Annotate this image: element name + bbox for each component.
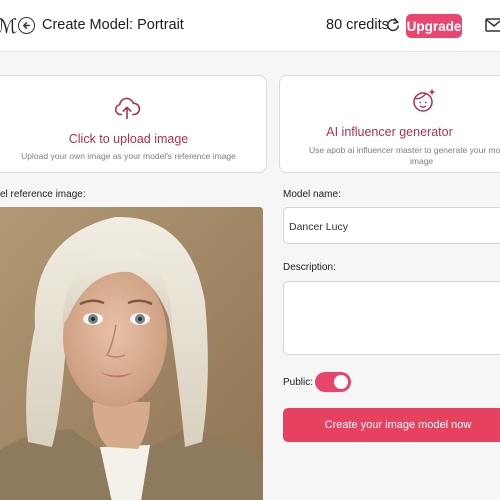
ai-card-subtitle-line1: Use apob ai influencer master to generat… (309, 145, 500, 155)
upload-image-card[interactable]: Click to upload image Upload your own im… (0, 75, 267, 173)
public-label: Public: (283, 377, 314, 388)
arrow-left-icon (23, 22, 30, 29)
toggle-knob (334, 375, 348, 389)
refresh-icon[interactable] (385, 17, 401, 33)
description-input[interactable] (283, 281, 500, 355)
reference-image-label: el reference image: (0, 189, 86, 200)
credits-counter: 80 credits (326, 17, 389, 33)
upload-card-subtitle: Upload your own image as your model's re… (21, 151, 236, 161)
page-title: Create Model: Portrait (42, 17, 184, 33)
reference-portrait-image (0, 207, 263, 500)
public-toggle[interactable] (315, 372, 351, 392)
upload-card-title: Click to upload image (68, 132, 189, 146)
cloud-upload-icon (114, 97, 141, 120)
description-label: Description: (283, 262, 336, 273)
ai-card-title: AI influencer generator (326, 125, 453, 139)
mail-icon[interactable] (485, 18, 500, 32)
model-name-input[interactable]: Dancer Lucy (283, 207, 500, 244)
top-bar: ℳ Create Model: Portrait 80 credits Upgr… (0, 0, 500, 52)
model-name-label: Model name: (283, 189, 341, 200)
upgrade-button[interactable]: Upgrade (406, 14, 462, 38)
ai-influencer-card[interactable]: AI influencer generator Use apob ai infl… (279, 75, 500, 173)
face-sparkle-icon (413, 88, 436, 112)
back-button[interactable] (18, 17, 35, 34)
ai-card-subtitle-line2: image (410, 156, 434, 166)
create-model-button[interactable]: Create your image model now (283, 408, 500, 442)
app-logo-fragment: ℳ (0, 16, 18, 38)
